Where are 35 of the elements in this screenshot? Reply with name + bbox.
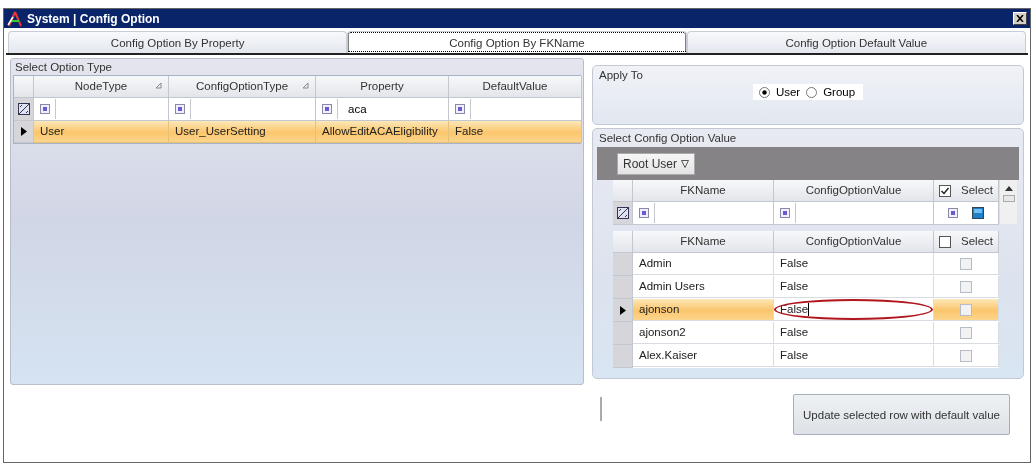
table-cell: Admin Users bbox=[633, 276, 774, 298]
table-cell: User_UserSetting bbox=[169, 121, 316, 143]
table-cell[interactable]: False bbox=[774, 276, 934, 298]
panel-title: Apply To bbox=[599, 69, 643, 81]
tab[interactable]: Config Option Default Value bbox=[686, 31, 1026, 53]
tab[interactable]: Config Option By Property bbox=[8, 31, 348, 53]
column-header[interactable]: NodeType bbox=[34, 76, 169, 98]
panel-title: Select Config Option Value bbox=[599, 132, 737, 144]
table-cell: False bbox=[449, 121, 582, 143]
column-header[interactable]: Select bbox=[934, 231, 999, 253]
table-cell: Alex.Kaiser bbox=[633, 345, 774, 367]
table-cell: Admin bbox=[633, 253, 774, 275]
radio-option[interactable]: Group bbox=[806, 86, 856, 98]
table-cell[interactable]: False bbox=[774, 322, 934, 344]
table-cell: ajonson bbox=[633, 299, 774, 321]
radio-option[interactable]: User bbox=[758, 86, 801, 98]
table-cell[interactable]: False bbox=[774, 345, 934, 367]
tab[interactable]: Config Option By FKName bbox=[347, 31, 687, 53]
table-cell[interactable]: False bbox=[774, 299, 934, 321]
column-header[interactable]: Property bbox=[316, 76, 449, 98]
window-title: System | Config Option bbox=[27, 11, 161, 26]
column-header[interactable]: DefaultValue bbox=[449, 76, 582, 98]
table-cell[interactable]: False bbox=[774, 253, 934, 275]
table-cell: User bbox=[34, 121, 169, 143]
update-button[interactable]: Update selected row with default value bbox=[793, 394, 1010, 435]
column-header[interactable]: ConfigOptionValue bbox=[774, 180, 934, 202]
column-header[interactable]: FKName bbox=[633, 231, 774, 253]
table-cell: ajonson2 bbox=[633, 322, 774, 344]
table-cell: AllowEditACAEligibility bbox=[316, 121, 449, 143]
column-header[interactable]: Select bbox=[934, 180, 999, 202]
column-header[interactable]: ConfigOptionValue bbox=[774, 231, 934, 253]
panel-title: Select Option Type bbox=[15, 61, 112, 73]
column-header[interactable]: FKName bbox=[633, 180, 774, 202]
group-by-button[interactable]: Root User bbox=[617, 152, 696, 175]
column-header[interactable]: ConfigOptionType bbox=[169, 76, 316, 98]
